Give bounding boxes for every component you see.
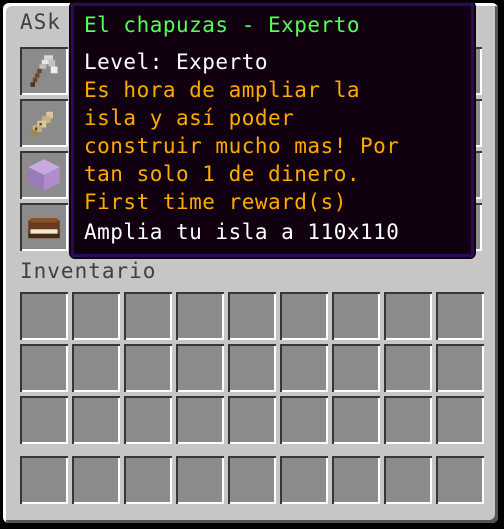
inventory-slot[interactable] [20,344,68,392]
hotbar-slot[interactable] [176,456,224,504]
inventory-slot[interactable] [436,292,484,340]
inventory-slot[interactable] [436,396,484,444]
inventory-slot[interactable] [228,292,276,340]
inventory-slot[interactable] [124,344,172,392]
inventory-slot[interactable] [176,344,224,392]
hotbar-slot[interactable] [72,456,120,504]
inventory-slot[interactable] [228,344,276,392]
name-tag-icon [30,107,58,137]
inventory-slot[interactable] [124,396,172,444]
inventory-slot[interactable] [280,292,328,340]
chest-slot-name-tag[interactable] [20,99,68,147]
tooltip-description-line: tan solo 1 de dinero. [84,162,361,186]
inventory-slot[interactable] [20,292,68,340]
tooltip-level: Level: Experto [84,50,269,74]
chest-slot-purpur-block[interactable] [20,151,68,199]
tooltip-description-line: isla y así poder [84,106,295,130]
purpur-block-icon [28,159,60,191]
tooltip-reward-header: First time reward(s) [84,190,347,214]
inventory-slot[interactable] [332,292,380,340]
tooltip-reward: Amplia tu isla a 110x110 [84,220,400,244]
item-tooltip: El chapuzas - Experto Level: Experto Es … [69,1,476,259]
inventory-slot[interactable] [176,292,224,340]
tooltip-description-line: Es hora de ampliar la [84,78,361,102]
hotbar-slot[interactable] [228,456,276,504]
inventory-slot[interactable] [280,344,328,392]
tooltip-description-line: construir mucho mas! Por [84,134,400,158]
tooltip-item-name: El chapuzas - Experto [84,13,361,37]
inventory-slot[interactable] [384,344,432,392]
inventory-slot[interactable] [384,396,432,444]
chest-slot-book[interactable] [20,203,68,251]
inventory-slot[interactable] [228,396,276,444]
hotbar-slot[interactable] [332,456,380,504]
inventory-slot[interactable] [280,396,328,444]
inventory-slot[interactable] [384,292,432,340]
inventory-slot[interactable] [72,344,120,392]
hotbar-slot[interactable] [280,456,328,504]
inventory-slot[interactable] [124,292,172,340]
inventory-slot[interactable] [332,396,380,444]
inventory-slot[interactable] [436,344,484,392]
chest-slot-iron-axe[interactable] [20,47,68,95]
inventory-slot[interactable] [332,344,380,392]
inventory-slot[interactable] [20,396,68,444]
inventory-slot[interactable] [72,292,120,340]
hotbar-slot[interactable] [124,456,172,504]
chest-title: ASk [20,10,61,34]
inventory-slot[interactable] [176,396,224,444]
iron-axe-icon [30,55,58,87]
hotbar-slot[interactable] [436,456,484,504]
inventory-label: Inventario [20,259,157,283]
hotbar-slot[interactable] [20,456,68,504]
hotbar-slot[interactable] [384,456,432,504]
inventory-slot[interactable] [72,396,120,444]
book-icon [28,218,60,239]
